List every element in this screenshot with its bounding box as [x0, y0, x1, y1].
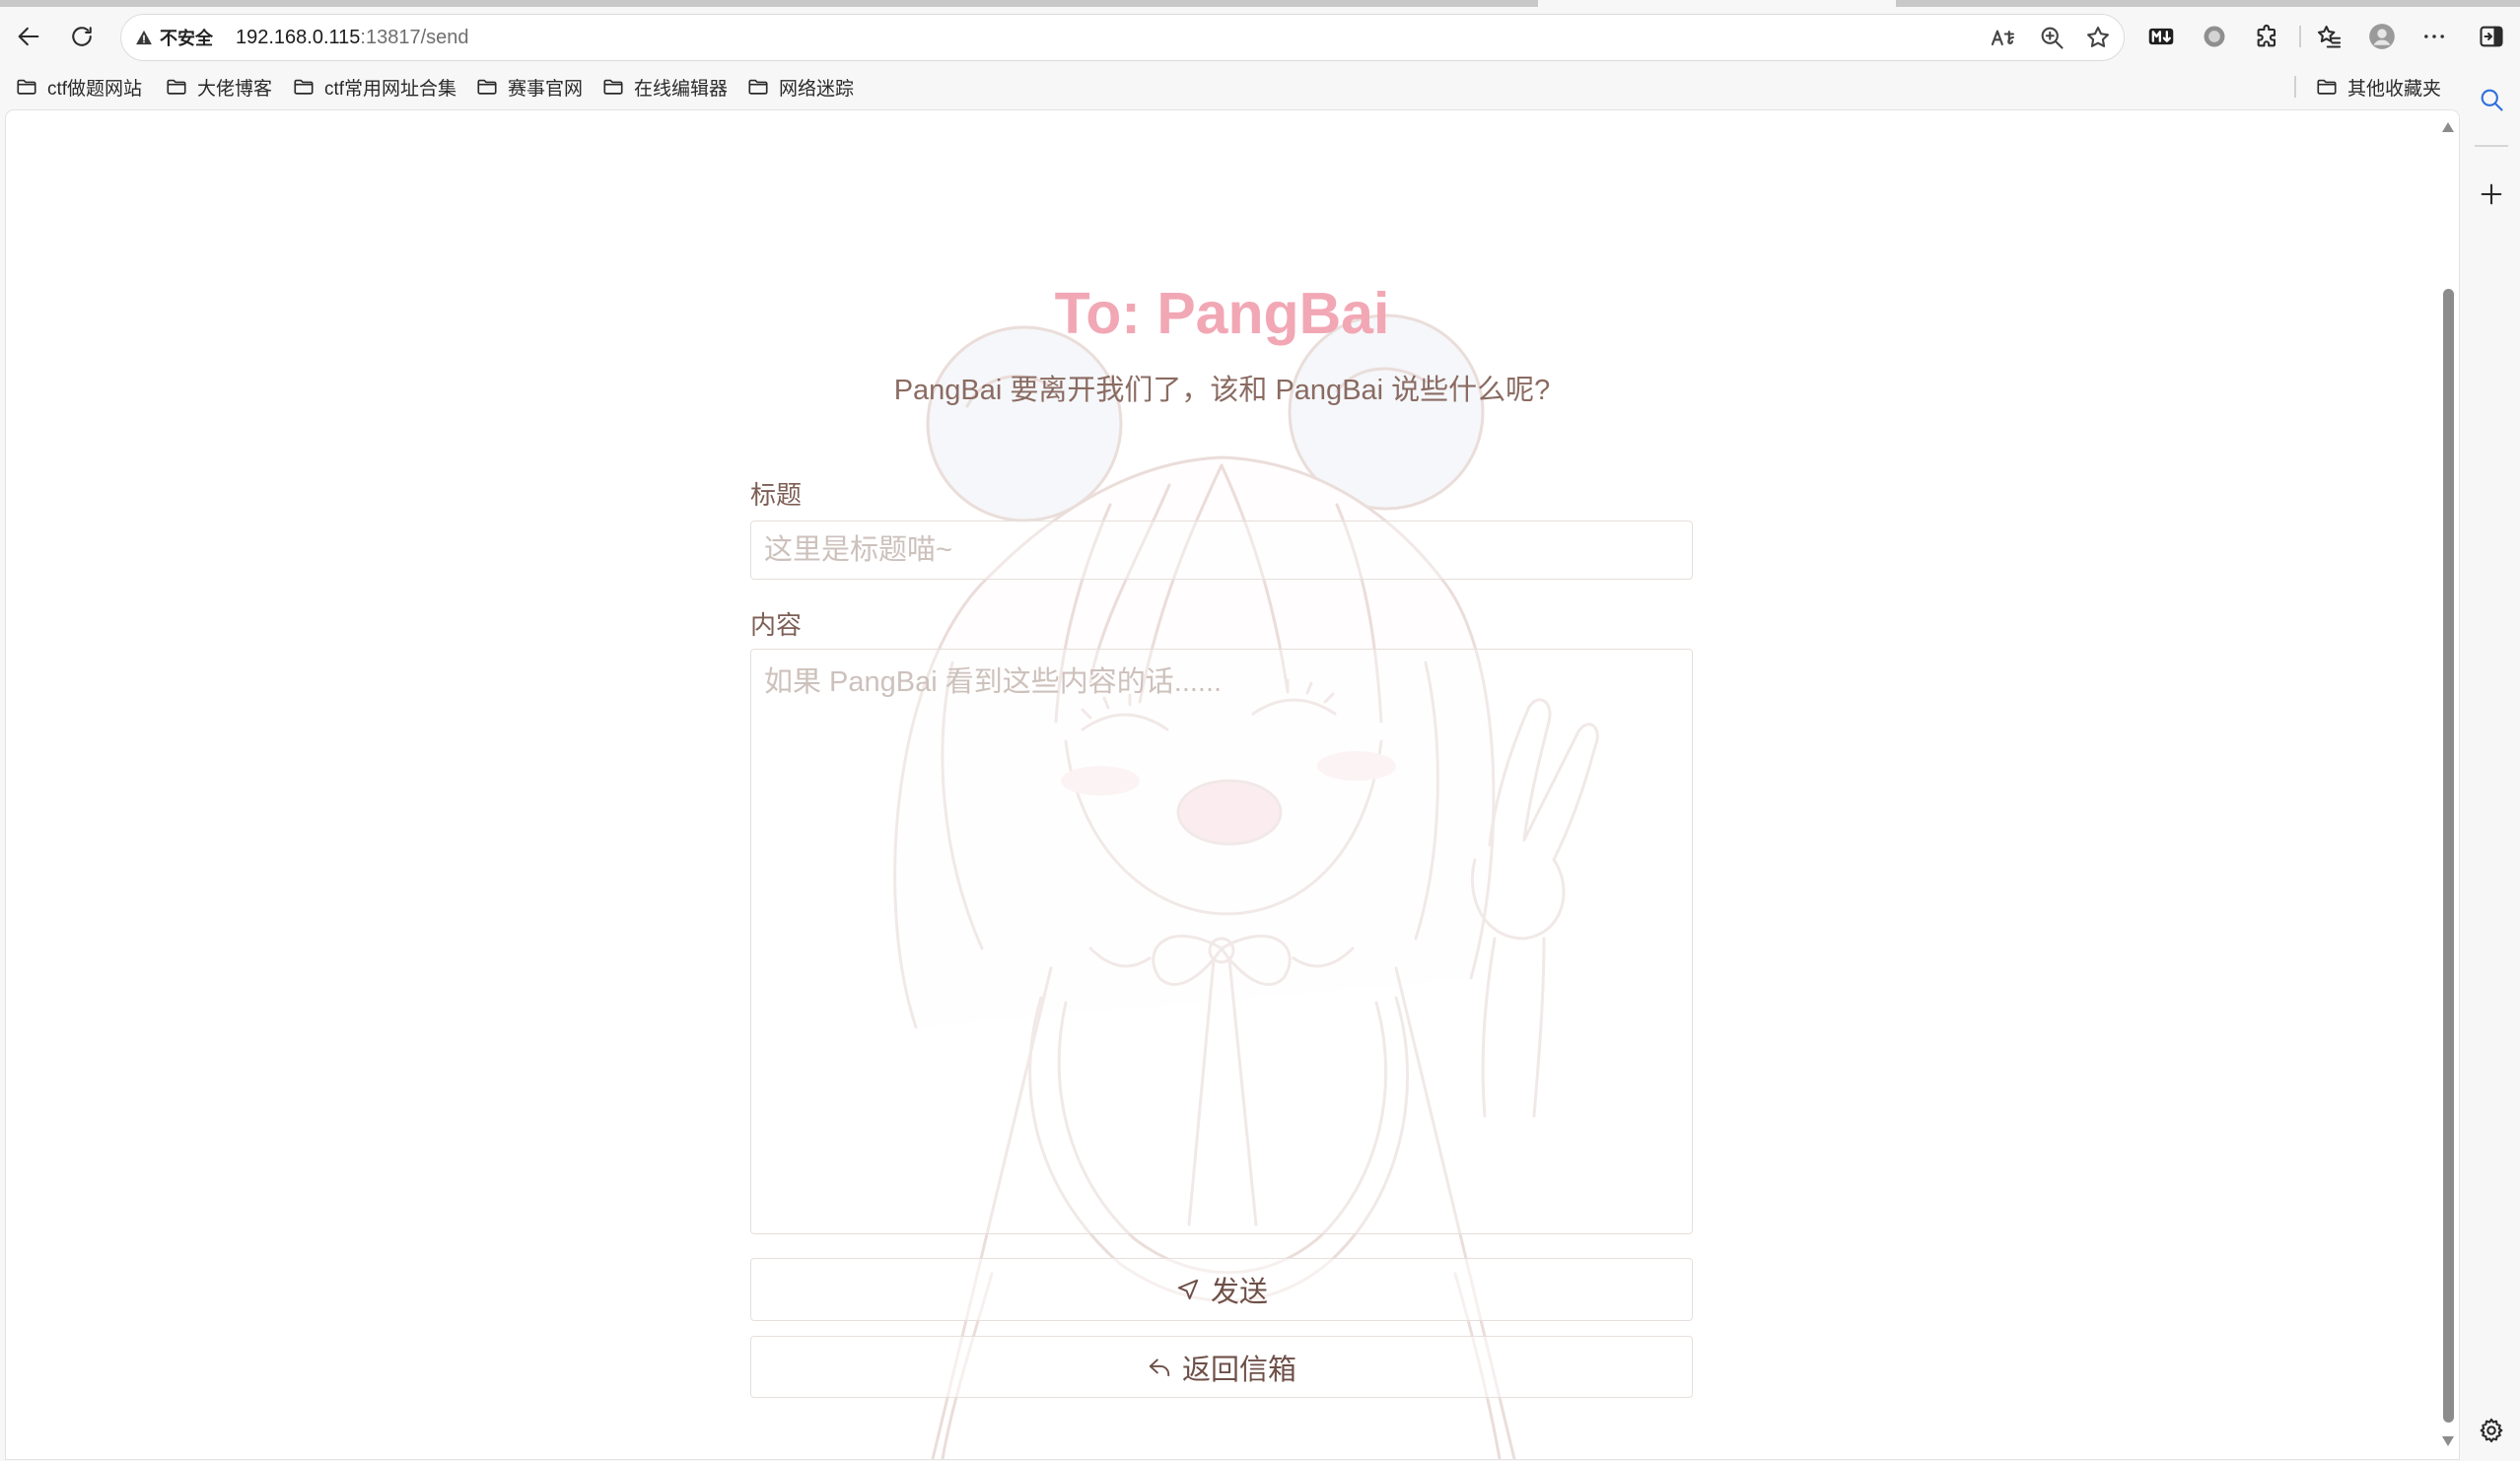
page-frame: To: PangBai PangBai 要离开我们了，该和 PangBai 说些… — [6, 110, 2459, 1459]
zoom-icon — [2041, 27, 2064, 49]
tab-strip — [1896, 0, 2520, 7]
bookmark-folder[interactable]: ctf常用网址合集 — [293, 72, 456, 102]
security-label: 不安全 — [160, 29, 213, 48]
toolbar-divider — [2299, 26, 2301, 47]
folder-icon — [603, 79, 623, 95]
content-textarea[interactable] — [750, 649, 1693, 1234]
content-field-label: 内容 — [750, 610, 803, 640]
send-icon — [1177, 1279, 1199, 1300]
address-bar[interactable]: 不安全 192.168.0.115:13817/send — [120, 14, 2125, 61]
sidebar-divider — [2475, 145, 2508, 147]
folder-icon — [17, 79, 36, 95]
sidebar-add-button[interactable] — [2470, 173, 2513, 216]
extensions-button[interactable] — [2246, 15, 2289, 58]
more-icon — [2424, 35, 2444, 38]
settings-gear-icon — [2480, 1418, 2503, 1443]
markdown-extension-icon — [2148, 28, 2174, 45]
add-favorite-button[interactable] — [2076, 16, 2120, 59]
url-host: 192.168.0.115 — [236, 27, 361, 48]
url-path: :13817/send — [360, 27, 469, 48]
bookmark-label: 赛事官网 — [508, 78, 584, 100]
read-aloud-button[interactable] — [1982, 16, 2025, 59]
bookmark-folder[interactable]: 在线编辑器 — [602, 72, 728, 102]
star-icon — [2087, 27, 2109, 47]
zoom-button[interactable] — [2030, 16, 2073, 59]
bookmark-label: ctf常用网址合集 — [324, 78, 457, 100]
folder-icon — [294, 79, 314, 95]
page-title: To: PangBai — [1054, 281, 1390, 346]
favorites-button[interactable] — [2307, 15, 2350, 58]
warning-icon — [136, 30, 152, 45]
profile-avatar-icon — [2369, 24, 2395, 49]
folder-icon — [477, 79, 497, 95]
scroll-down-arrow[interactable] — [2442, 1436, 2454, 1446]
hair-bun-left — [926, 325, 1123, 522]
bookmark-label: 其他收藏夹 — [2347, 78, 2442, 100]
circle-extension-button[interactable] — [2193, 15, 2236, 58]
title-field-label: 标题 — [750, 480, 803, 510]
sidebar-toggle-icon — [2480, 26, 2503, 47]
bookmark-label: 网络迷踪 — [779, 78, 855, 100]
scroll-up-arrow[interactable] — [2442, 122, 2454, 132]
bookmarks-divider — [2294, 76, 2296, 98]
folder-icon — [167, 79, 186, 95]
markdown-extension-button[interactable] — [2139, 15, 2183, 58]
folder-icon — [2317, 79, 2337, 95]
tab-strip — [0, 0, 1538, 7]
add-icon — [2481, 183, 2502, 205]
back-arrow-icon — [18, 27, 39, 46]
send-button-label: 发送 — [1210, 1277, 1268, 1308]
read-aloud-icon — [1991, 30, 2014, 46]
bookmark-label: 大佬博客 — [197, 78, 273, 100]
security-indicator[interactable]: 不安全 — [134, 15, 213, 60]
reload-icon — [72, 27, 92, 46]
bookmark-folder[interactable]: 赛事官网 — [476, 72, 583, 102]
back-button[interactable] — [7, 15, 50, 58]
back-to-inbox-button[interactable]: 返回信箱 — [750, 1336, 1693, 1398]
page-subtitle: PangBai 要离开我们了，该和 PangBai 说些什么呢? — [893, 375, 1551, 406]
sidebar-search-button[interactable] — [2470, 78, 2513, 121]
profile-button[interactable] — [2360, 15, 2404, 58]
bookmark-label: 在线编辑器 — [634, 78, 729, 100]
reload-button[interactable] — [60, 15, 104, 58]
bookmark-label: ctf做题网站 — [47, 78, 143, 100]
url-text[interactable]: 192.168.0.115:13817/send — [236, 15, 469, 60]
puzzle-icon — [2257, 24, 2276, 47]
sidebar-settings-button[interactable] — [2470, 1409, 2513, 1452]
page-viewport: To: PangBai PangBai 要离开我们了，该和 PangBai 说些… — [6, 110, 2438, 1459]
bookmark-folder[interactable]: 网络迷踪 — [747, 72, 854, 102]
vertical-scrollbar[interactable] — [2438, 110, 2459, 1459]
sidebar-toggle-button[interactable] — [2470, 15, 2513, 58]
circle-extension-icon — [2204, 26, 2225, 47]
search-icon — [2481, 89, 2503, 111]
favorites-icon — [2317, 26, 2342, 48]
bookmark-folder[interactable]: 大佬博客 — [166, 72, 272, 102]
other-favorites-folder[interactable]: 其他收藏夹 — [2316, 72, 2441, 102]
bookmark-folder[interactable]: ctf做题网站 — [16, 72, 142, 102]
folder-icon — [748, 79, 768, 95]
reply-icon — [1149, 1357, 1170, 1376]
scrollbar-thumb[interactable] — [2443, 289, 2454, 1423]
title-input[interactable] — [750, 521, 1693, 580]
back-to-inbox-label: 返回信箱 — [1181, 1354, 1296, 1386]
more-menu-button[interactable] — [2413, 15, 2456, 58]
send-button[interactable]: 发送 — [750, 1258, 1693, 1321]
